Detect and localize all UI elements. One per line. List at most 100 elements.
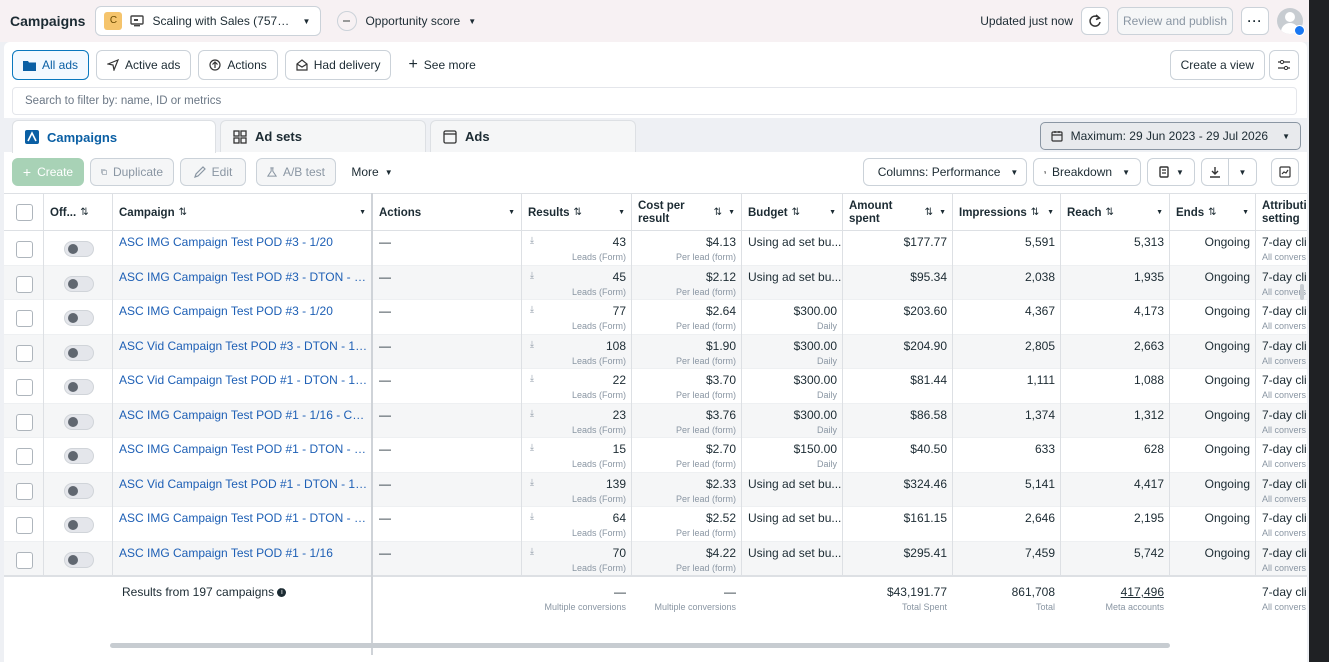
ends-value: Ongoing (1204, 338, 1250, 353)
results-value: 45 (612, 269, 626, 284)
create-view-button[interactable]: Create a view (1169, 50, 1265, 80)
table-row[interactable]: ASC Vid Campaign Test POD #1 - DTON - 1/… (4, 369, 1307, 404)
tab-campaigns[interactable]: Campaigns (12, 120, 216, 153)
campaign-link[interactable]: ASC Vid Campaign Test POD #1 - DTON - 1/… (119, 373, 369, 387)
row-checkbox[interactable] (16, 241, 33, 258)
table-row[interactable]: ASC IMG Campaign Test POD #1 - 1/16 - Co… (4, 403, 1307, 438)
row-checkbox[interactable] (16, 275, 33, 293)
campaign-link[interactable]: ASC Vid Campaign Test POD #3 - DTON - 1/… (119, 339, 369, 353)
search-input[interactable] (25, 95, 1296, 107)
filter-all-ads[interactable]: All ads (12, 50, 90, 80)
attribution-sub: All convers (1262, 493, 1307, 504)
table-row[interactable]: ASC IMG Campaign Test POD #1 - DTON - 1/… (4, 438, 1307, 473)
header-select-all[interactable] (4, 194, 44, 231)
tab-ads[interactable]: Ads (430, 120, 636, 152)
more-options-button[interactable]: ··· (1241, 7, 1269, 35)
filter-actions[interactable]: Actions (198, 50, 278, 80)
search-bar[interactable] (12, 87, 1297, 115)
refresh-button[interactable] (1081, 7, 1109, 35)
campaign-link[interactable]: ASC IMG Campaign Test POD #3 - 1/20 (119, 304, 369, 318)
columns-dropdown[interactable]: Columns: Performance ▼ (863, 158, 1027, 186)
header-actions[interactable]: Actions ▼ (373, 194, 522, 231)
campaign-toggle[interactable] (64, 482, 94, 499)
vertical-scrollbar[interactable] (1300, 284, 1304, 300)
filter-settings-button[interactable] (1269, 50, 1299, 80)
results-value: 139 (605, 476, 626, 491)
campaign-link[interactable]: ASC IMG Campaign Test POD #3 - DTON - 1/… (119, 270, 369, 284)
header-off-on[interactable]: Off... ⇅ (44, 194, 113, 231)
export-dropdown-button[interactable]: ▼ (1229, 158, 1257, 186)
campaign-toggle[interactable] (64, 310, 94, 326)
attribution-value: 7-day clic (1262, 235, 1307, 249)
breakdown-dropdown[interactable]: Breakdown ▼ (1033, 158, 1141, 186)
campaign-toggle[interactable] (64, 448, 94, 464)
header-reach[interactable]: Reach ⇅ ▼ (1061, 194, 1170, 231)
campaign-link[interactable]: ASC IMG Campaign Test POD #1 - 1/16 (119, 546, 369, 560)
opportunity-score[interactable]: Opportunity score ▼ (337, 11, 476, 31)
header-budget[interactable]: Budget ⇅ ▼ (742, 194, 843, 231)
table-row[interactable]: ASC IMG Campaign Test POD #3 - DTON - 1/… (4, 265, 1307, 300)
row-checkbox[interactable] (16, 344, 33, 362)
header-ends[interactable]: Ends ⇅ ▼ (1170, 194, 1256, 231)
select-all-checkbox[interactable] (16, 204, 33, 221)
date-range-picker[interactable]: Maximum: 29 Jun 2023 - 29 Jul 2026 ▼ (1039, 122, 1301, 150)
budget-sub: Daily (816, 459, 837, 469)
reach-cell: 628 (1061, 438, 1170, 472)
campaign-toggle[interactable] (64, 379, 94, 395)
header-cost-per-result[interactable]: Cost per result ⇅ ▼ (632, 194, 742, 231)
campaign-toggle[interactable] (64, 413, 94, 430)
row-checkbox[interactable] (16, 379, 33, 396)
table-row[interactable]: ASC Vid Campaign Test POD #1 - DTON - 1/… (4, 472, 1307, 507)
campaign-toggle[interactable] (64, 275, 94, 292)
reports-dropdown[interactable]: ▼ (1147, 158, 1195, 186)
ends-value: Ongoing (1204, 373, 1250, 387)
duplicate-button[interactable]: Duplicate (90, 158, 174, 186)
header-amount-spent[interactable]: Amount spent ⇅ ▼ (843, 194, 953, 231)
row-checkbox[interactable] (16, 413, 33, 431)
tab-ad-sets[interactable]: Ad sets (220, 120, 426, 152)
header-campaign[interactable]: Campaign ⇅ ▼ (113, 194, 373, 231)
campaign-link[interactable]: ASC IMG Campaign Test POD #1 - DTON - 1/… (119, 511, 369, 525)
reach-cell: 5,313 (1061, 231, 1170, 265)
row-checkbox[interactable] (16, 517, 33, 534)
header-attribution[interactable]: Attribution setting (1256, 194, 1307, 231)
see-more-button[interactable]: + See more (398, 50, 485, 80)
campaign-link[interactable]: ASC IMG Campaign Test POD #1 - DTON - 1/… (119, 442, 369, 456)
campaign-toggle[interactable] (64, 241, 94, 257)
chart-button[interactable] (1271, 158, 1299, 186)
row-checkbox[interactable] (16, 310, 33, 327)
campaign-toggle[interactable] (64, 344, 94, 361)
header-results[interactable]: Results ⇅ ▼ (522, 194, 632, 231)
more-button[interactable]: More ▼ (342, 158, 402, 186)
row-checkbox[interactable] (16, 448, 33, 465)
campaign-link[interactable]: ASC IMG Campaign Test POD #1 - 1/16 - Co… (119, 408, 369, 422)
campaign-link[interactable]: ASC IMG Campaign Test POD #3 - 1/20 (119, 235, 369, 249)
table-row[interactable]: ASC Vid Campaign Test POD #3 - DTON - 1/… (4, 334, 1307, 369)
chart-icon (1279, 166, 1291, 178)
campaign-toggle[interactable] (64, 551, 94, 568)
spent-value: $203.60 (903, 304, 947, 318)
row-checkbox[interactable] (16, 482, 33, 500)
campaign-link[interactable]: ASC Vid Campaign Test POD #1 - DTON - 1/… (119, 477, 369, 491)
ab-test-button[interactable]: A/B test (256, 158, 336, 186)
budget-value: Using ad set bu... (748, 545, 842, 560)
edit-button[interactable]: Edit (180, 158, 246, 186)
budget-cell: Using ad set bu... (742, 231, 843, 265)
spent-cell: $295.41 (843, 542, 953, 576)
table-row[interactable]: ASC IMG Campaign Test POD #1 - DTON - 1/… (4, 507, 1307, 542)
campaign-toggle[interactable] (64, 517, 94, 533)
table-row[interactable]: ASC IMG Campaign Test POD #3 - 1/20 — ⤓ 77 L… (4, 300, 1307, 335)
account-avatar[interactable] (1277, 8, 1305, 36)
header-impressions[interactable]: Impressions ⇅ ▼ (953, 194, 1061, 231)
row-checkbox[interactable] (16, 551, 33, 569)
filter-had-delivery[interactable]: Had delivery (284, 50, 392, 80)
campaigns-table: Off... ⇅ Campaign ⇅ ▼ Actions ▼ Results ⇅ ▼ Co… (4, 193, 1307, 655)
review-and-publish-button[interactable]: Review and publish (1117, 7, 1233, 35)
table-row[interactable]: ASC IMG Campaign Test POD #3 - 1/20 — ⤓ 43 L… (4, 231, 1307, 266)
account-selector[interactable]: C Scaling with Sales (75757... ▼ (95, 6, 322, 36)
filter-active-ads[interactable]: Active ads (96, 50, 192, 80)
export-button[interactable] (1201, 158, 1229, 186)
table-row[interactable]: ASC IMG Campaign Test POD #1 - 1/16 — ⤓ 70 L… (4, 541, 1307, 576)
create-button[interactable]: + Create (12, 158, 84, 186)
horizontal-scrollbar[interactable] (110, 643, 1170, 648)
